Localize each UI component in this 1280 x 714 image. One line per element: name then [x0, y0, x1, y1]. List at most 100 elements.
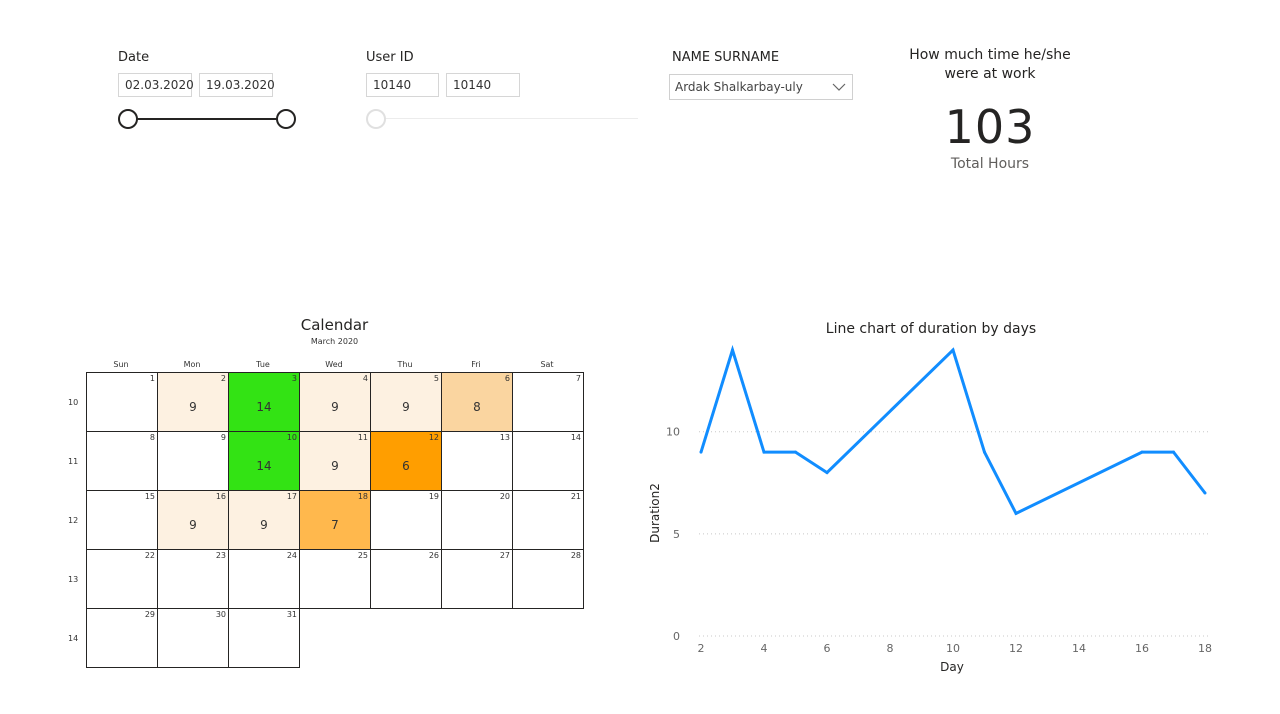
- calendar-day-number: 14: [570, 433, 581, 442]
- calendar-day-cell[interactable]: 12 6: [370, 431, 442, 491]
- calendar-hours-value: 9: [331, 459, 339, 473]
- calendar-day-cell[interactable]: 30: [157, 608, 229, 668]
- calendar-hours-value: 8: [473, 400, 481, 414]
- user-id-filter-label: User ID: [366, 50, 414, 65]
- calendar-hours-value: 9: [260, 518, 268, 532]
- chart-title: Line chart of duration by days: [826, 321, 1036, 337]
- calendar-day-cell[interactable]: 49: [299, 372, 371, 432]
- weekday-header: Thu: [397, 360, 413, 369]
- weekday-header: Tue: [256, 360, 270, 369]
- calendar-day-cell[interactable]: 14: [512, 431, 584, 491]
- x-tick-label: 2: [698, 642, 705, 655]
- calendar-day-cell[interactable]: 16 9: [157, 490, 229, 550]
- calendar-day-number: 27: [499, 551, 510, 560]
- data-point: [794, 450, 797, 454]
- calendar-day-number: 24: [286, 551, 297, 560]
- calendar-day-cell[interactable]: 23: [157, 549, 229, 609]
- calendar-day-cell[interactable]: 59: [370, 372, 442, 432]
- user-id-slider-track[interactable]: [378, 118, 638, 119]
- data-point: [825, 471, 829, 475]
- calendar-day-cell[interactable]: 18 7: [299, 490, 371, 550]
- calendar-day-cell[interactable]: 9: [157, 431, 229, 491]
- calendar-day-cell[interactable]: 24: [228, 549, 300, 609]
- calendar-day-number: 5: [433, 374, 439, 383]
- date-filter-label: Date: [118, 50, 150, 65]
- y-tick-label: 10: [666, 426, 680, 439]
- calendar-day-cell[interactable]: 10 14: [228, 431, 300, 491]
- calendar-day-cell[interactable]: 31: [228, 608, 300, 668]
- calendar-day-cell[interactable]: 26: [370, 549, 442, 609]
- week-number: 12: [68, 516, 79, 525]
- calendar-hours-value: 9: [331, 400, 339, 414]
- calendar-day-cell[interactable]: 17 9: [228, 490, 300, 550]
- calendar-hours-value: 9: [189, 400, 197, 414]
- calendar-hours-value: 7: [331, 518, 339, 532]
- data-point: [1014, 511, 1018, 515]
- x-tick-label: 4: [761, 642, 768, 655]
- x-tick-label: 12: [1009, 642, 1023, 655]
- calendar-day-cell[interactable]: 25: [299, 549, 371, 609]
- week-number: 14: [68, 634, 79, 643]
- calendar-day-number: 29: [144, 610, 155, 619]
- calendar-day-cell[interactable]: 11 9: [299, 431, 371, 491]
- name-dropdown[interactable]: Ardak Shalkarbay-uly: [669, 74, 853, 100]
- calendar-day-number: 23: [215, 551, 226, 560]
- calendar-day-cell[interactable]: 7: [512, 372, 584, 432]
- date-to-input[interactable]: 19.03.2020: [199, 73, 275, 97]
- weekday-header: Wed: [325, 360, 343, 369]
- calendar-day-number: 7: [575, 374, 581, 383]
- calendar-day-cell[interactable]: 68: [441, 372, 513, 432]
- calendar-day-cell[interactable]: 22: [86, 549, 158, 609]
- calendar-title: Calendar: [300, 316, 369, 334]
- calendar-day-cell[interactable]: 13: [441, 431, 513, 491]
- date-from-input[interactable]: 02.03.2020: [118, 73, 194, 97]
- data-point: [1140, 450, 1144, 454]
- weekday-header: Mon: [183, 360, 201, 369]
- calendar-day-cell[interactable]: 27: [441, 549, 513, 609]
- user-id-to-input[interactable]: 10140: [446, 73, 520, 97]
- calendar-day-number: 15: [144, 492, 155, 501]
- calendar-day-number: 18: [357, 492, 368, 501]
- y-tick-label: 5: [673, 528, 680, 541]
- calendar-hours-value: 9: [402, 400, 410, 414]
- calendar-day-number: 10: [286, 433, 297, 442]
- user-id-slider-handle[interactable]: [366, 109, 386, 129]
- calendar-day-cell[interactable]: 29: [86, 608, 158, 668]
- calendar-day-cell[interactable]: 29: [157, 372, 229, 432]
- calendar-day-number: 13: [499, 433, 510, 442]
- calendar-day-number: 30: [215, 610, 226, 619]
- calendar-day-number: 28: [570, 551, 581, 560]
- line-chart: Line chart of duration by days 0 5 10 2 4 6 8 10…: [648, 321, 1212, 674]
- date-slider-track[interactable]: [130, 118, 286, 120]
- chevron-down-icon: [832, 83, 846, 91]
- calendar-day-cell[interactable]: 20: [441, 490, 513, 550]
- calendar-day-cell[interactable]: 3 14: [228, 372, 300, 432]
- data-point: [951, 348, 955, 352]
- calendar-day-number: 8: [149, 433, 155, 442]
- calendar-day-number: 3: [291, 374, 297, 383]
- calendar-day-cell[interactable]: 21: [512, 490, 584, 550]
- date-slider-end-handle[interactable]: [276, 109, 296, 129]
- calendar-day-number: 25: [357, 551, 368, 560]
- kpi-title-line1: How much time he/she: [909, 47, 1071, 63]
- calendar-hours-value: 6: [402, 459, 410, 473]
- calendar-day-cell[interactable]: 1: [86, 372, 158, 432]
- calendar-day-cell[interactable]: 8: [86, 431, 158, 491]
- user-id-from-input[interactable]: 10140: [366, 73, 439, 97]
- weekday-header: Fri: [471, 360, 481, 369]
- week-number: 13: [68, 575, 79, 584]
- x-tick-label: 10: [946, 642, 960, 655]
- series-line: [699, 344, 1207, 516]
- date-slider-start-handle[interactable]: [118, 109, 138, 129]
- calendar-day-cell[interactable]: 28: [512, 549, 584, 609]
- calendar-day-number: 17: [286, 492, 297, 501]
- calendar-hours-value: 14: [256, 400, 272, 414]
- calendar-day-cell[interactable]: 19: [370, 490, 442, 550]
- y-axis-label: Duration2: [648, 483, 662, 543]
- name-dropdown-value: Ardak Shalkarbay-uly: [675, 80, 803, 94]
- x-tick-label: 14: [1072, 642, 1086, 655]
- calendar-day-cell[interactable]: 15: [86, 490, 158, 550]
- kpi-card: How much time he/she were at work 103 To…: [880, 46, 1100, 172]
- calendar-hours-value: 9: [189, 518, 197, 532]
- calendar-day-number: 22: [144, 551, 155, 560]
